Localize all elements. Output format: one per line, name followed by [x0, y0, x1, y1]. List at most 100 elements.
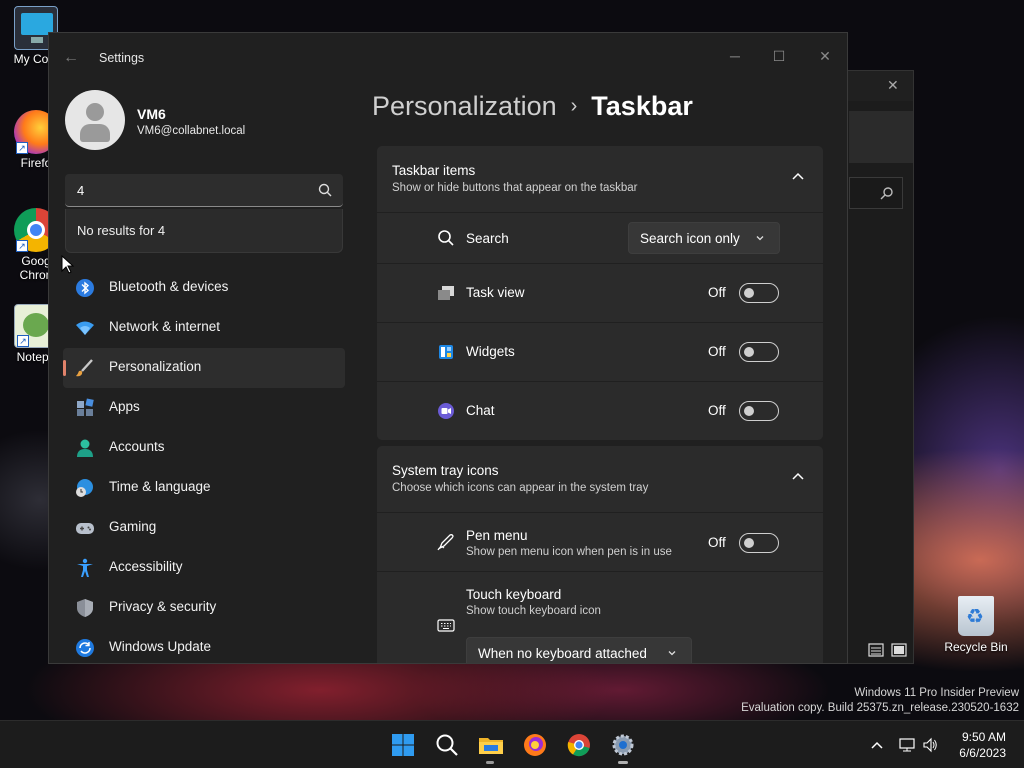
- watermark-line-1: Windows 11 Pro Insider Preview: [854, 687, 1019, 699]
- close-icon[interactable]: ✕: [887, 77, 903, 93]
- sidebar-item-label: Personalization: [109, 359, 202, 374]
- back-button[interactable]: ←: [63, 49, 83, 67]
- titlebar[interactable]: ← Settings ─ ☐ ✕: [49, 33, 847, 81]
- chevron-up-icon[interactable]: [791, 170, 805, 184]
- settings-gear-icon[interactable]: [609, 731, 637, 759]
- sidebar-item-time-language[interactable]: Time & language: [63, 468, 345, 508]
- row-sublabel: Show pen menu icon when pen is in use: [466, 546, 672, 558]
- sidebar-item-network-internet[interactable]: Network & internet: [63, 308, 345, 348]
- brush-icon: [76, 359, 93, 377]
- taskbar-search-row: Search Search icon only: [377, 213, 823, 263]
- task-view-row: Task view Off: [377, 264, 823, 322]
- sidebar-item-accounts[interactable]: Accounts: [63, 428, 345, 468]
- chat-icon: [438, 403, 454, 419]
- row-label: Widgets: [466, 344, 515, 359]
- running-indicator: [618, 761, 628, 764]
- network-icon[interactable]: [899, 737, 915, 753]
- sidebar-item-label: Accessibility: [109, 559, 183, 574]
- shortcut-arrow-icon: ↗: [17, 335, 29, 347]
- shortcut-arrow-icon: ↗: [16, 240, 28, 252]
- search-mode-dropdown[interactable]: Search icon only: [628, 222, 780, 254]
- sidebar-item-label: Accounts: [109, 439, 165, 454]
- chevron-down-icon: [668, 651, 676, 656]
- settings-window[interactable]: ← Settings ─ ☐ ✕ VM6 VM6@collabnet.local…: [48, 32, 848, 664]
- pen-menu-row: Pen menu Show pen menu icon when pen is …: [377, 513, 823, 571]
- chat-toggle[interactable]: [739, 401, 779, 421]
- sidebar-item-privacy-security[interactable]: Privacy & security: [63, 588, 345, 628]
- background-window-search[interactable]: [849, 177, 903, 209]
- dropdown-value: Search icon only: [640, 231, 740, 246]
- settings-search-input[interactable]: 4: [65, 174, 343, 207]
- sidebar-item-label: Apps: [109, 399, 140, 414]
- sidebar-item-windows-update[interactable]: Windows Update: [63, 628, 345, 663]
- toggle-knob: [744, 538, 754, 548]
- sidebar-item-bluetooth-devices[interactable]: Bluetooth & devices: [63, 268, 345, 308]
- background-window-band: [849, 111, 913, 163]
- breadcrumb-parent[interactable]: Personalization: [372, 91, 557, 121]
- keyboard-icon: [437, 619, 455, 632]
- row-label: Pen menu: [466, 528, 528, 543]
- widgets-row: Widgets Off: [377, 323, 823, 381]
- build-watermark: Windows 11 Pro Insider Preview Evaluatio…: [741, 686, 1019, 716]
- desktop-icon-recycle-bin[interactable]: Recycle Bin: [944, 596, 1008, 654]
- main-content: Taskbar items Show or hide buttons that …: [377, 146, 823, 663]
- recycle-bin-icon: [958, 596, 994, 636]
- avatar[interactable]: [65, 90, 125, 150]
- toggle-knob: [744, 406, 754, 416]
- toggle-knob: [744, 347, 754, 357]
- maximize-button[interactable]: ☐: [757, 41, 801, 71]
- toggle-state-text: Off: [708, 403, 726, 418]
- pen-menu-toggle[interactable]: [739, 533, 779, 553]
- row-label: Chat: [466, 403, 495, 418]
- toggle-state-text: Off: [708, 285, 726, 300]
- taskbar-search-button[interactable]: [433, 731, 461, 759]
- search-icon[interactable]: [317, 182, 333, 198]
- apps-icon: [77, 398, 94, 416]
- no-results-text: No results for 4: [77, 223, 166, 238]
- sidebar-item-label: Gaming: [109, 519, 157, 534]
- volume-icon[interactable]: [922, 737, 938, 753]
- update-icon: [76, 639, 94, 657]
- user-email: VM6@collabnet.local: [137, 125, 246, 137]
- firefox-icon[interactable]: [521, 731, 549, 759]
- system-tray-header[interactable]: System tray icons Choose which icons can…: [377, 446, 823, 512]
- user-name: VM6: [137, 106, 166, 122]
- row-label: Touch keyboard: [466, 587, 562, 602]
- watermark-line-2: Evaluation copy. Build 25375.zn_release.…: [741, 702, 1019, 714]
- window-title: Settings: [99, 51, 145, 65]
- widgets-toggle[interactable]: [739, 342, 779, 362]
- group-subtitle: Choose which icons can appear in the sys…: [392, 482, 649, 494]
- gamepad-icon: [76, 523, 94, 534]
- sidebar-item-label: Privacy & security: [109, 599, 217, 614]
- sidebar-item-personalization[interactable]: Personalization: [63, 348, 345, 388]
- touch-keyboard-dropdown[interactable]: When no keyboard attached: [466, 637, 692, 663]
- group-title: Taskbar items: [392, 163, 476, 178]
- clock[interactable]: 9:50 AM 6/6/2023: [959, 729, 1006, 761]
- clock-date: 6/6/2023: [959, 746, 1006, 760]
- chevron-up-icon[interactable]: [791, 470, 805, 484]
- file-explorer-icon[interactable]: [477, 731, 505, 759]
- avatar-head: [86, 103, 104, 121]
- task-view-toggle[interactable]: [739, 283, 779, 303]
- row-label: Search: [466, 231, 509, 246]
- search-icon: [438, 230, 454, 246]
- sidebar-item-label: Time & language: [109, 479, 211, 494]
- chevron-down-icon: [756, 236, 764, 241]
- sidebar-item-label: Windows Update: [109, 639, 212, 654]
- chevron-up-icon[interactable]: [869, 737, 885, 753]
- taskbar-items-header[interactable]: Taskbar items Show or hide buttons that …: [377, 146, 823, 212]
- close-button[interactable]: ✕: [803, 41, 847, 71]
- sidebar-item-apps[interactable]: Apps: [63, 388, 345, 428]
- bluetooth-icon: [76, 279, 94, 297]
- search-results-flyout: No results for 4: [65, 209, 343, 253]
- start-button[interactable]: [389, 731, 417, 759]
- minimize-button[interactable]: ─: [713, 41, 757, 71]
- recycle-bin-label: Recycle Bin: [944, 640, 1008, 654]
- search-icon: [880, 187, 893, 200]
- shortcut-arrow-icon: ↗: [16, 142, 28, 154]
- sidebar-item-accessibility[interactable]: Accessibility: [63, 548, 345, 588]
- toggle-knob: [744, 288, 754, 298]
- view-toggle-icons[interactable]: [868, 642, 910, 658]
- sidebar-item-gaming[interactable]: Gaming: [63, 508, 345, 548]
- chrome-icon[interactable]: [565, 731, 593, 759]
